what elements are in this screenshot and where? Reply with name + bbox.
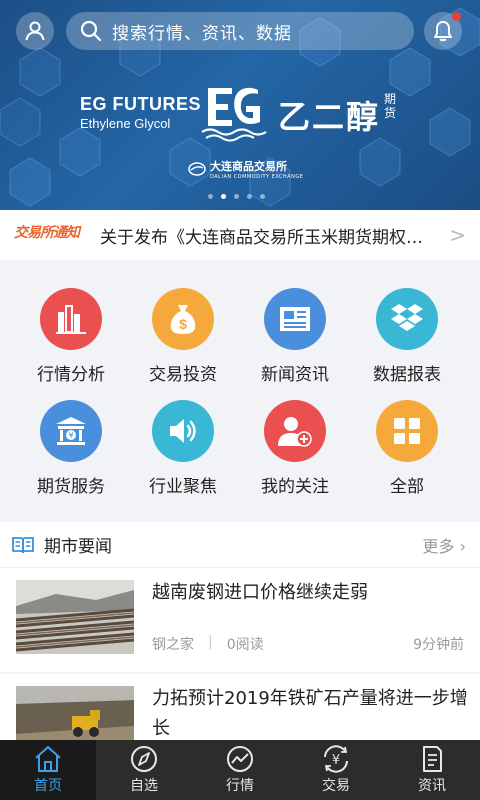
carousel-dot[interactable] [247,194,252,199]
exchange-emblem-icon [188,162,206,176]
news-title[interactable]: 越南废钢进口价格继续走弱 [152,578,468,608]
newspaper-icon [264,288,326,350]
search-input[interactable]: 搜索行情、资讯、数据 [66,12,414,50]
menu-label: 行业聚焦 [149,477,217,497]
user-icon [25,21,45,41]
notice-badge: 交易所通知 [14,222,86,248]
tab-watchlist[interactable]: 自选 [96,740,192,800]
tab-label: 首页 [34,778,62,794]
eg-logo-icon [201,87,267,142]
carousel-dot[interactable] [234,194,239,199]
menu-label: 我的关注 [261,477,329,497]
notification-button[interactable] [424,12,462,50]
menu-label: 新闻资讯 [261,365,329,385]
carousel-indicator [208,194,265,199]
menu-label: 行情分析 [37,365,105,385]
compass-icon [131,746,157,772]
banner-carousel[interactable]: 搜索行情、资讯、数据 EG FUTURES Ethylene Glycol 乙二… [0,0,480,210]
svg-text:¥: ¥ [332,753,340,768]
news-section-header: 期市要闻 更多 › [0,522,480,568]
tab-news[interactable]: 资讯 [384,740,480,800]
bar-chart-icon [40,288,102,350]
chevron-right-icon: › [459,536,466,556]
exchange-en-name: DALIAN COMMODITY EXCHANGE [210,174,304,180]
speaker-icon [152,400,214,462]
book-icon [12,536,34,553]
tab-label: 交易 [322,778,350,794]
banner-cn-suffix: 期货 [384,92,397,120]
trend-icon [227,746,253,772]
news-section-title: 期市要闻 [44,537,112,557]
menu-item-data-reports[interactable]: 数据报表 [352,288,462,385]
menu-label: 全部 [390,477,424,497]
more-link[interactable]: 更多 › [422,533,466,557]
meta-divider: | [208,634,213,650]
menu-item-news[interactable]: 新闻资讯 [240,288,350,385]
bell-icon [434,21,452,42]
news-source: 钢之家 [152,637,194,653]
document-icon [423,746,442,772]
home-icon [35,746,61,772]
menu-label: 期货服务 [37,477,105,497]
carousel-dot-active[interactable] [221,194,226,199]
news-time: 9分钟前 [413,637,464,653]
banner-en-line2: Ethylene Glycol [80,116,171,131]
more-label: 更多 [422,536,455,556]
notice-text[interactable]: 关于发布《大连商品交易所玉米期货期权… [100,223,440,248]
tab-market[interactable]: 行情 [192,740,288,800]
news-title[interactable]: 力拓预计2019年铁矿石产量将进一步增长 [152,684,468,740]
search-icon [80,20,102,42]
carousel-dot[interactable] [208,194,213,199]
search-placeholder: 搜索行情、资讯、数据 [112,23,292,44]
svg-text:$: $ [179,316,187,332]
news-meta: 钢之家 | 0阅读 9分钟前 [152,634,464,654]
news-item[interactable]: 越南废钢进口价格继续走弱 钢之家 | 0阅读 9分钟前 [0,568,480,672]
tab-trade[interactable]: ¥ 交易 [288,740,384,800]
menu-item-my-follows[interactable]: 我的关注 [240,400,350,497]
money-bag-icon: $ [152,288,214,350]
add-user-icon [264,400,326,462]
tab-label: 自选 [130,778,158,794]
banner-en-text: EG FUTURES Ethylene Glycol [80,94,201,131]
menu-item-all[interactable]: 全部 [352,400,462,497]
menu-label: 数据报表 [373,365,441,385]
menu-item-industry-focus[interactable]: 行业聚焦 [128,400,238,497]
carousel-dot[interactable] [260,194,265,199]
tab-home[interactable]: 首页 [0,740,96,800]
exchange-cn-name: 大连商品交易所 [210,160,287,173]
tab-label: 资讯 [418,778,446,794]
banner-cn-title: 乙二醇 [278,98,381,136]
news-thumbnail [16,686,134,740]
banner-brand: EG FUTURES Ethylene Glycol 乙二醇 期货 [80,82,410,142]
menu-item-futures-service[interactable]: ¥ 期货服务 [16,400,126,497]
notice-bar[interactable]: 交易所通知 关于发布《大连商品交易所玉米期货期权… > [0,210,480,260]
yuan-exchange-icon: ¥ [324,745,348,773]
menu-item-trading[interactable]: $ 交易投资 [128,288,238,385]
news-reads: 0阅读 [226,637,264,653]
notification-badge [452,12,461,21]
profile-button[interactable] [16,12,54,50]
news-thumbnail [16,580,134,654]
tab-label: 行情 [226,778,254,794]
svg-text:¥: ¥ [68,431,73,440]
feature-menu: 行情分析 $ 交易投资 新闻资讯 数据报表 ¥ 期货服务 行业聚焦 我的关注 全… [0,270,480,510]
grid-icon [376,400,438,462]
dropbox-icon [376,288,438,350]
news-item[interactable]: 力拓预计2019年铁矿石产量将进一步增长 [0,674,480,740]
bank-icon: ¥ [40,400,102,462]
bottom-nav: 首页 自选 行情 ¥ 交易 资讯 [0,740,480,800]
menu-label: 交易投资 [149,365,217,385]
banner-en-line1: EG FUTURES [80,94,202,114]
exchange-logo: 大连商品交易所 DALIAN COMMODITY EXCHANGE [188,158,303,180]
menu-item-market-analysis[interactable]: 行情分析 [16,288,126,385]
notice-badge-text: 交易所通知 [14,225,80,241]
chevron-right-icon[interactable]: > [449,223,466,247]
